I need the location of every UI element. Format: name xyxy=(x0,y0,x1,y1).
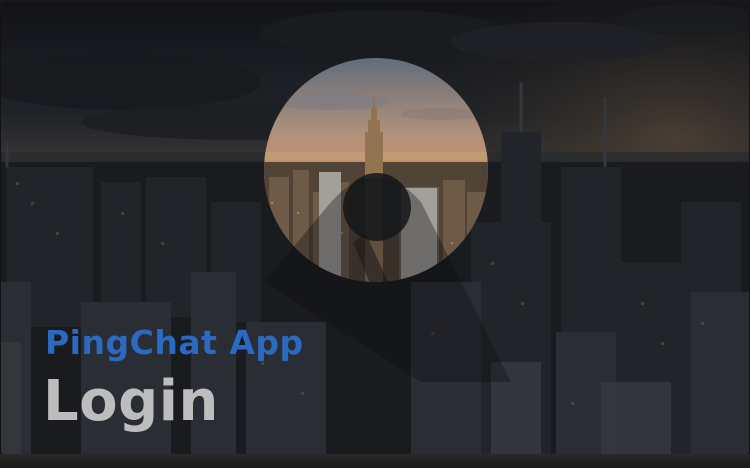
page-title: Login xyxy=(43,369,219,434)
page-footer-shadow xyxy=(0,454,750,468)
app-name: PingChat App xyxy=(45,323,304,362)
login-hero: PingChat App Login xyxy=(1,2,749,456)
